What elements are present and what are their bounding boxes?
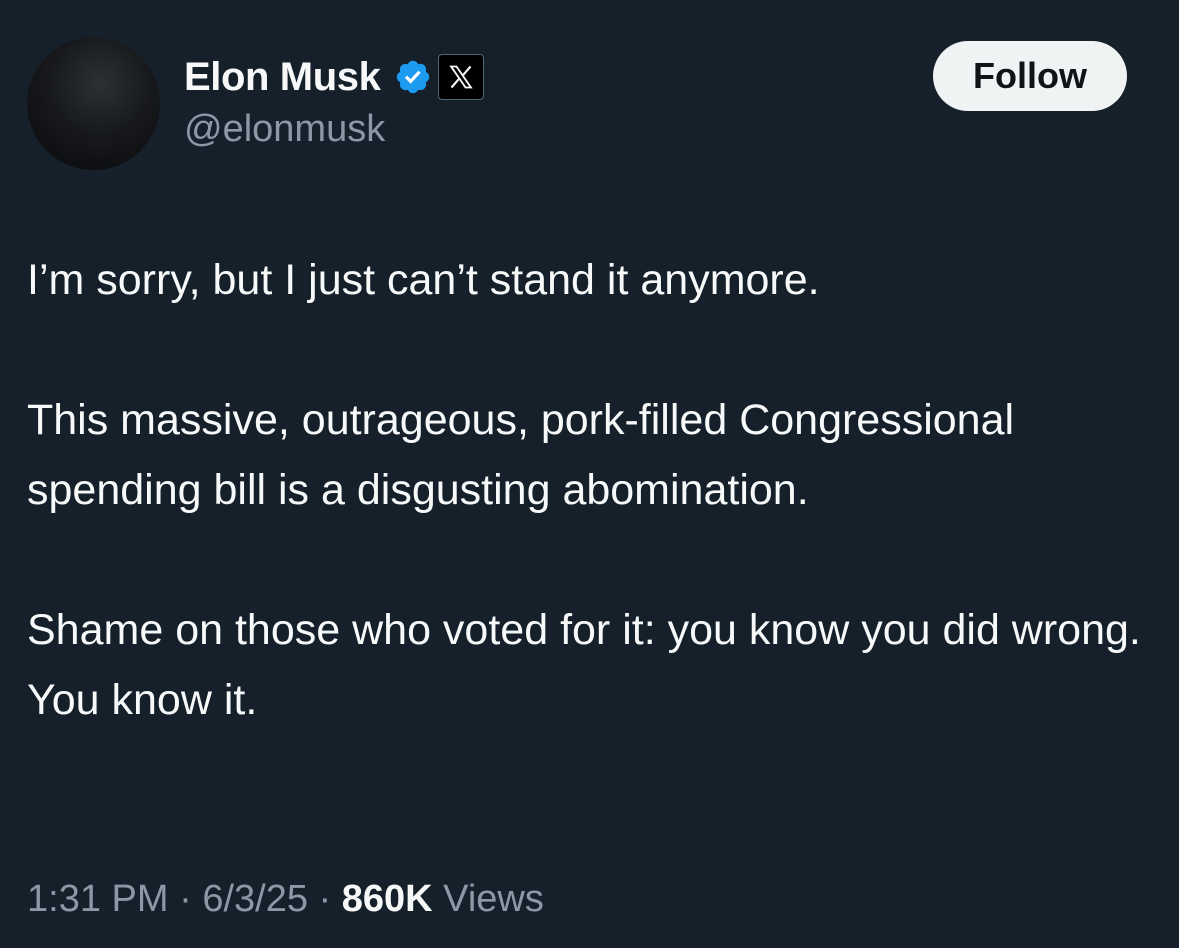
tweet-paragraph: This massive, outrageous, pork-filled Co… [27,396,1015,514]
tweet-text: I’m sorry, but I just can’t stand it any… [27,245,1147,735]
views-count[interactable]: 860K [342,878,433,920]
views-label: Views [443,878,544,920]
verified-check-icon[interactable] [394,58,432,96]
x-logo-icon[interactable] [438,54,485,100]
tweet-time[interactable]: 1:31 PM [27,878,169,920]
author-handle[interactable]: @elonmusk [184,108,385,151]
author-name-row: Elon Musk [184,51,485,103]
avatar[interactable] [27,37,160,170]
follow-button[interactable]: Follow [933,41,1127,111]
tweet-date[interactable]: 6/3/25 [202,878,308,920]
tweet-meta: 1:31 PM · 6/3/25 · 860K Views [27,878,544,921]
meta-separator: · [318,878,332,920]
tweet-paragraph: Shame on those who voted for it: you kno… [27,606,1141,724]
meta-separator: · [179,878,192,920]
author-display-name[interactable]: Elon Musk [184,55,381,100]
tweet-paragraph: I’m sorry, but I just can’t stand it any… [27,256,820,304]
tweet-card: Elon Musk @elonmusk Follow I’m sorry, bu… [0,0,1179,948]
